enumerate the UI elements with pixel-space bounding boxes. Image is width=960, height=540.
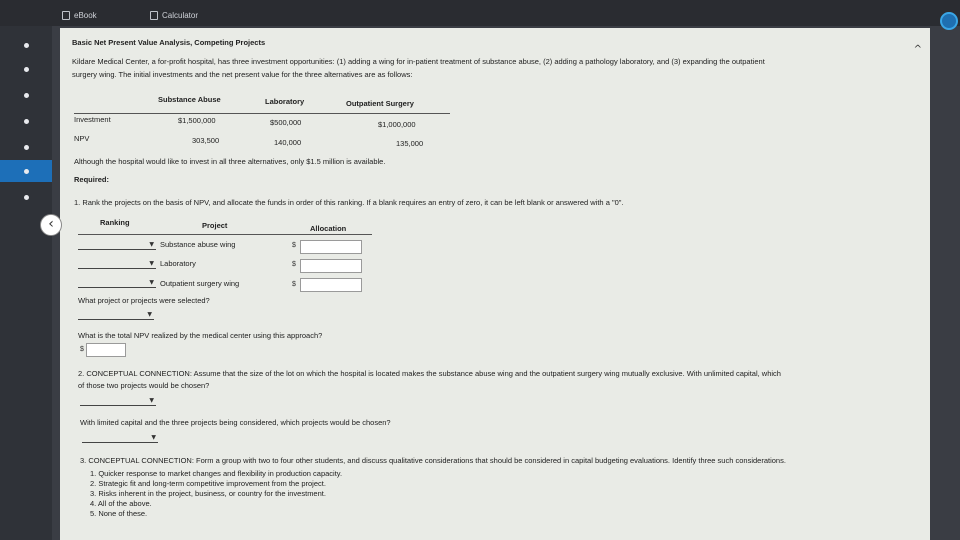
table-divider [74,113,450,114]
currency-symbol: $ [292,261,296,268]
q3-option-4: 4. All of the above. [90,499,152,508]
q1-table-divider [78,234,372,235]
ranking-dropdown-3[interactable]: ▼ [78,278,156,288]
nav-dot-icon [23,42,29,48]
q2-limited-prompt: With limited capital and the three proje… [80,418,391,427]
calculator-icon [150,10,158,20]
q1-col-ranking: Ranking [100,218,130,227]
q3-prompt: 3. CONCEPTUAL CONNECTION: Form a group w… [80,456,786,465]
nav-item-6[interactable] [0,160,52,182]
intro-line-2: surgery wing. The initial investments an… [72,70,413,79]
ranking-dropdown-1[interactable]: ▼ [78,240,156,250]
budget-note: Although the hospital would like to inve… [74,157,386,166]
row-label-npv: NPV [74,134,90,143]
q3-option-1: 1. Quicker response to market changes an… [90,469,343,478]
allocation-input-3[interactable] [300,278,362,292]
top-toolbar: eBook Calculator [0,0,960,26]
q2-prompt-line-1: 2. CONCEPTUAL CONNECTION: Assume that th… [78,369,781,378]
allocation-input-2[interactable] [300,259,362,273]
intro-line-1: Kildare Medical Center, a for-profit hos… [72,57,765,66]
nav-item-2[interactable] [0,58,52,80]
currency-symbol: $ [80,346,84,353]
currency-symbol: $ [292,281,296,288]
q1-prompt: 1. Rank the projects on the basis of NPV… [74,198,624,207]
q1-project-1: Substance abuse wing [160,240,236,249]
investment-outpatient: $1,000,000 [378,120,416,129]
table-header-laboratory: Laboratory [265,97,305,106]
currency-symbol: $ [292,242,296,249]
q3-option-5: 5. None of these. [90,509,148,518]
nav-dot-icon [23,92,29,98]
q1-col-allocation: Allocation [310,224,347,233]
nav-dot-icon [23,66,29,72]
help-icon[interactable] [940,12,958,30]
nav-item-5[interactable] [0,136,52,158]
chevron-left-icon[interactable]: ‹ [40,214,62,236]
limited-capital-dropdown[interactable]: ▼ [82,433,158,443]
nav-dot-icon [23,168,29,174]
npv-laboratory: 140,000 [274,138,302,147]
investment-laboratory: $500,000 [270,118,302,127]
book-icon [62,10,70,20]
q1-selected-prompt: What project or projects were selected? [78,296,210,305]
nav-dot-icon [23,118,29,124]
q1-total-prompt: What is the total NPV realized by the me… [78,331,323,340]
investment-substance: $1,500,000 [178,116,216,125]
problem-title: Basic Net Present Value Analysis, Compet… [72,38,266,47]
caret-down-icon: ▼ [147,311,152,318]
row-label-investment: Investment [74,115,111,124]
q3-option-3: 3. Risks inherent in the project, busine… [90,489,326,498]
nav-item-7[interactable] [0,186,52,208]
caret-down-icon: ▼ [151,434,156,441]
question-nav [0,26,52,540]
nav-dot-icon [23,144,29,150]
q1-col-project: Project [202,221,228,230]
q1-project-3: Outpatient surgery wing [160,279,240,288]
calculator-label: Calculator [162,10,199,20]
q3-option-2: 2. Strategic fit and long-term competiti… [90,479,326,488]
table-header-substance: Substance Abuse [158,95,221,104]
unlimited-capital-dropdown[interactable]: ▼ [80,396,156,406]
ranking-dropdown-2[interactable]: ▼ [78,259,156,269]
total-npv-input[interactable] [86,343,126,357]
q2-prompt-line-2: of those two projects would be chosen? [78,381,210,390]
caret-down-icon: ▼ [149,241,154,248]
caret-down-icon: ▼ [149,260,154,267]
caret-down-icon: ▼ [149,397,154,404]
ebook-button[interactable]: eBook [62,8,97,22]
calculator-button[interactable]: Calculator [150,8,198,22]
required-label: Required: [74,175,110,184]
npv-substance: 303,500 [192,136,220,145]
caret-down-icon: ▼ [149,279,154,286]
nav-item-1[interactable] [0,34,52,56]
ebook-label: eBook [74,10,97,20]
nav-item-3[interactable] [0,84,52,106]
chevron-up-icon[interactable]: ^ [914,44,922,55]
problem-panel: ^ Basic Net Present Value Analysis, Comp… [60,28,930,540]
selected-projects-dropdown[interactable]: ▼ [78,310,154,320]
q1-project-2: Laboratory [160,259,196,268]
nav-item-4[interactable] [0,110,52,132]
table-header-outpatient: Outpatient Surgery [346,99,414,108]
allocation-input-1[interactable] [300,240,362,254]
nav-dot-icon [23,194,29,200]
npv-outpatient: 135,000 [396,139,424,148]
